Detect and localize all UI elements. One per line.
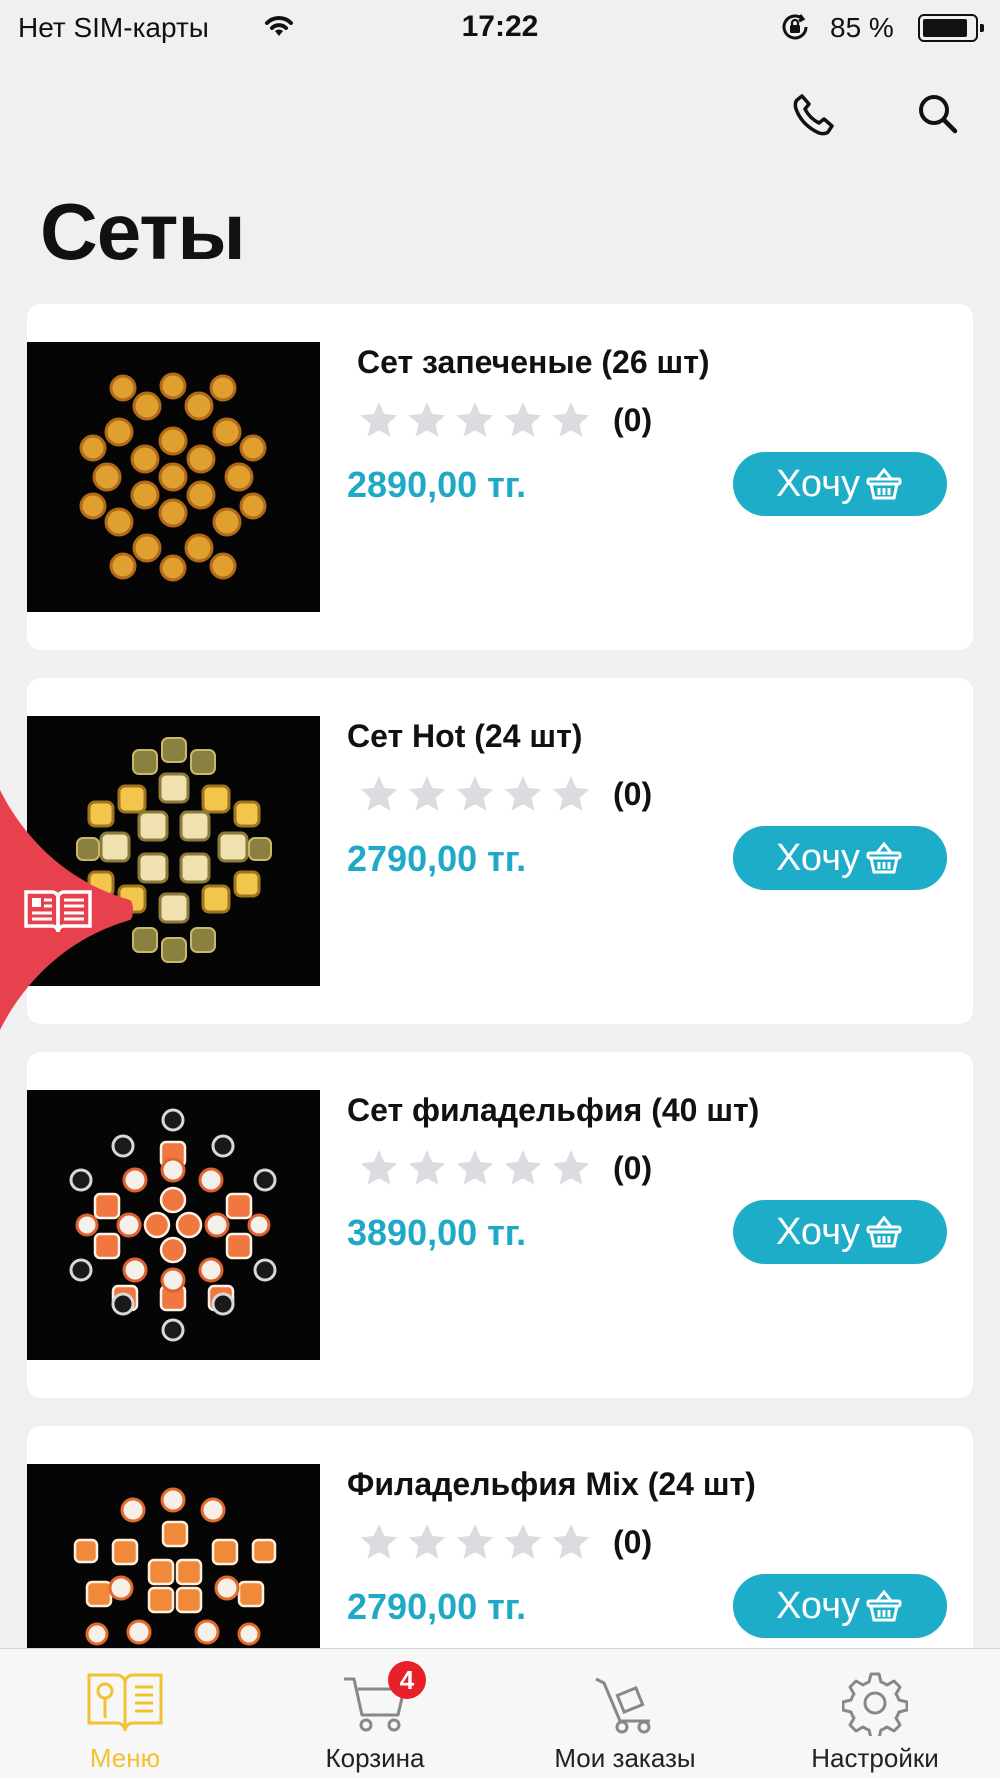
want-button[interactable]: Хочу — [733, 452, 947, 516]
orders-cart-icon — [590, 1667, 660, 1739]
cart-icon: 4 — [340, 1661, 426, 1739]
rating-stars[interactable] — [359, 400, 591, 440]
rating-count: (0) — [613, 1150, 653, 1186]
rating-stars[interactable] — [359, 774, 591, 814]
product-card[interactable]: Сет филадельфия (40 шт) (0) 3890,00 тг. … — [27, 1052, 973, 1398]
star-icon[interactable] — [503, 1522, 543, 1562]
search-button[interactable] — [910, 86, 966, 142]
product-image — [27, 1090, 320, 1360]
star-icon[interactable] — [455, 1148, 495, 1188]
star-icon[interactable] — [359, 1522, 399, 1562]
star-icon[interactable] — [551, 774, 591, 814]
basket-icon — [866, 1589, 902, 1622]
search-icon — [919, 95, 958, 134]
phone-button[interactable] — [786, 86, 842, 142]
want-button-label: Хочу — [775, 1584, 860, 1627]
product-name: Сет Hot (24 шт) — [347, 718, 583, 754]
star-icon[interactable] — [359, 774, 399, 814]
product-name: Сет филадельфия (40 шт) — [347, 1092, 760, 1128]
status-bar: Нет SIM-карты 17:22 85 % — [0, 0, 1000, 56]
tab-settings-label: Настройки — [811, 1743, 939, 1773]
rating-stars[interactable] — [359, 1522, 591, 1562]
basket-icon — [866, 1215, 902, 1248]
basket-icon — [866, 467, 902, 500]
star-icon[interactable] — [503, 774, 543, 814]
want-button-label: Хочу — [775, 462, 860, 505]
product-card[interactable]: Сет Hot (24 шт) (0) 2790,00 тг. Хочу — [27, 678, 973, 1024]
want-button[interactable]: Хочу — [733, 1574, 947, 1638]
rating-count: (0) — [613, 402, 653, 438]
rating-stars[interactable] — [359, 1148, 591, 1188]
star-icon[interactable] — [407, 1148, 447, 1188]
orientation-lock-icon — [780, 12, 810, 47]
product-card[interactable]: Сет запеченые (26 шт) (0) 2890,00 тг. Хо… — [27, 304, 973, 650]
product-price: 2790,00 тг. — [347, 838, 527, 879]
tab-bar: Меню 4 Корзина Мои заказы Настройки — [0, 1648, 1000, 1778]
tab-menu[interactable]: Меню — [25, 1649, 225, 1778]
book-icon — [24, 890, 92, 933]
battery-percent: 85 % — [830, 12, 894, 43]
want-button[interactable]: Хочу — [733, 1200, 947, 1264]
star-icon[interactable] — [503, 1148, 543, 1188]
rating-count: (0) — [613, 776, 653, 812]
basket-icon — [866, 841, 902, 874]
star-icon[interactable] — [407, 400, 447, 440]
want-button-label: Хочу — [775, 836, 860, 879]
star-icon[interactable] — [359, 1148, 399, 1188]
floating-menu-tab[interactable] — [0, 790, 140, 1030]
tab-menu-label: Меню — [89, 1743, 161, 1773]
want-button[interactable]: Хочу — [733, 826, 947, 890]
battery-icon — [918, 14, 984, 42]
star-icon[interactable] — [551, 400, 591, 440]
product-image — [27, 342, 320, 612]
star-icon[interactable] — [455, 400, 495, 440]
page-title: Сеты — [40, 187, 246, 276]
tab-settings[interactable]: Настройки — [775, 1649, 975, 1778]
cart-badge: 4 — [388, 1661, 426, 1699]
tab-orders-label: Мои заказы — [554, 1743, 696, 1773]
rating-count: (0) — [613, 1524, 653, 1560]
product-price: 3890,00 тг. — [347, 1212, 527, 1253]
star-icon[interactable] — [407, 774, 447, 814]
tab-cart[interactable]: 4 Корзина — [275, 1649, 475, 1778]
product-price: 2790,00 тг. — [347, 1586, 527, 1627]
tab-cart-label: Корзина — [325, 1743, 425, 1773]
star-icon[interactable] — [455, 1522, 495, 1562]
gear-icon — [842, 1667, 908, 1739]
star-icon[interactable] — [359, 400, 399, 440]
star-icon[interactable] — [551, 1522, 591, 1562]
screen: Нет SIM-карты 17:22 85 % Сеты Сет запече… — [0, 0, 1000, 1778]
tab-orders[interactable]: Мои заказы — [525, 1649, 725, 1778]
menu-book-icon — [85, 1667, 165, 1739]
product-name: Сет запеченые (26 шт) — [357, 344, 710, 380]
product-price: 2890,00 тг. — [347, 464, 527, 505]
phone-icon — [793, 94, 834, 136]
want-button-label: Хочу — [775, 1210, 860, 1253]
star-icon[interactable] — [551, 1148, 591, 1188]
product-name: Филадельфия Mix (24 шт) — [347, 1466, 756, 1502]
star-icon[interactable] — [407, 1522, 447, 1562]
star-icon[interactable] — [455, 774, 495, 814]
star-icon[interactable] — [503, 400, 543, 440]
